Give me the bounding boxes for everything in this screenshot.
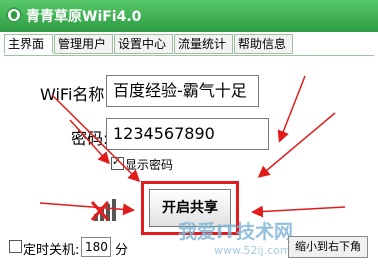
arrow-to-checkbox-from-left	[69, 119, 111, 165]
arrow-to-button-from-top-right	[257, 112, 336, 178]
arrow-to-button-from-right	[251, 205, 346, 218]
arrow-to-button-from-left	[39, 202, 135, 216]
arrow-to-button-from-top-left	[51, 94, 141, 183]
annotation-arrows	[39, 75, 346, 218]
app-window: 青青草原WiFi4.0 主界面 管理用户 设置中心 流量统计 帮助信息 WiFi…	[0, 0, 378, 268]
arrow-to-password-from-right	[277, 75, 306, 143]
